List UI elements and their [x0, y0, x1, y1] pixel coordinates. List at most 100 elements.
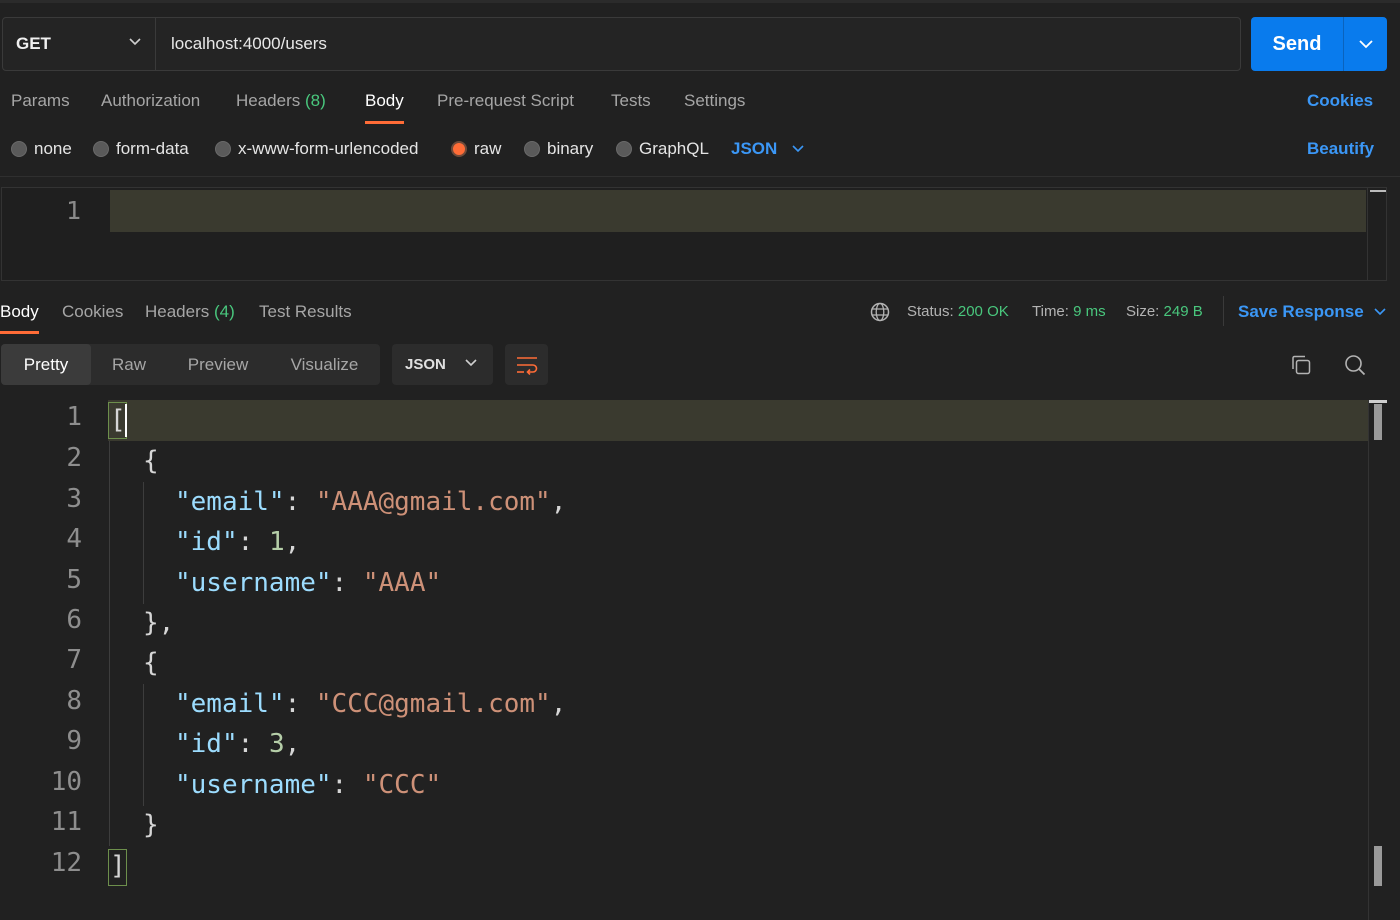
cookies-link[interactable]: Cookies — [1307, 91, 1373, 111]
search-icon — [1345, 355, 1366, 376]
json-brace: } — [143, 810, 159, 840]
scrollbar-thumb[interactable] — [1374, 846, 1382, 886]
json-string: "CCC@gmail.com" — [315, 689, 551, 719]
radio-label: GraphQL — [639, 139, 709, 158]
tab-tests[interactable]: Tests — [611, 91, 651, 111]
response-tab-test-results[interactable]: Test Results — [259, 302, 352, 322]
json-colon: : — [237, 729, 269, 759]
format-label: JSON — [405, 356, 446, 373]
view-visualize-button[interactable]: Visualize — [269, 344, 380, 385]
view-raw-button[interactable]: Raw — [91, 344, 167, 385]
send-button[interactable]: Send — [1251, 17, 1344, 71]
line-number: 1 — [66, 196, 82, 225]
response-body-viewer[interactable]: 1 2 3 4 5 6 7 8 9 10 11 12 [ { "email": … — [0, 400, 1400, 920]
json-colon: : — [237, 527, 269, 557]
search-button[interactable] — [1342, 352, 1368, 378]
json-bracket: ] — [110, 851, 126, 881]
status-label: Status: — [907, 303, 954, 320]
tab-authorization[interactable]: Authorization — [101, 91, 200, 111]
save-response-label: Save Response — [1238, 302, 1364, 321]
indent-guide — [143, 684, 144, 806]
send-dropdown-button[interactable] — [1344, 17, 1387, 71]
request-body-editor[interactable]: 1 — [1, 187, 1387, 281]
response-time: Time: 9 ms — [1032, 303, 1106, 320]
json-string: "CCC" — [362, 770, 442, 800]
line-number: 4 — [66, 524, 82, 554]
json-key: "id" — [175, 527, 238, 557]
wrap-lines-button[interactable] — [505, 344, 548, 385]
line-number: 2 — [66, 443, 82, 473]
active-line-highlight — [108, 400, 1368, 441]
line-number: 10 — [50, 767, 82, 797]
beautify-button[interactable]: Beautify — [1307, 139, 1374, 159]
radio-dot — [11, 141, 27, 157]
tab-pre-request-script[interactable]: Pre-request Script — [437, 91, 574, 111]
size-label: Size: — [1126, 303, 1160, 320]
chevron-down-icon — [1374, 308, 1386, 316]
response-tab-headers[interactable]: Headers (4) — [145, 302, 235, 322]
radio-none[interactable]: none — [11, 139, 72, 159]
url-box: GET localhost:4000/users — [2, 17, 1241, 71]
language-select[interactable]: JSON — [731, 139, 804, 159]
wrap-lines-icon — [516, 356, 537, 375]
line-number: 3 — [66, 484, 82, 514]
scrollbar-thumb[interactable] — [1374, 404, 1382, 440]
code-line: [ — [110, 400, 126, 440]
size-value[interactable]: 249 B — [1164, 303, 1203, 320]
line-number: 1 — [66, 402, 82, 432]
json-key: "username" — [175, 770, 332, 800]
radio-graphql[interactable]: GraphQL — [616, 139, 709, 159]
url-input[interactable]: localhost:4000/users — [156, 18, 1240, 70]
json-comma: , — [284, 527, 301, 557]
editor-scrollbar[interactable] — [1367, 188, 1386, 280]
json-brace: { — [143, 648, 159, 678]
json-brace: }, — [143, 608, 175, 638]
save-response-button[interactable]: Save Response — [1238, 302, 1386, 322]
status-value[interactable]: 200 OK — [958, 303, 1009, 320]
code-line: { — [143, 643, 159, 683]
view-preview-button[interactable]: Preview — [167, 344, 269, 385]
line-number: 5 — [66, 565, 82, 595]
json-comma: , — [550, 689, 567, 719]
divider — [1223, 296, 1224, 326]
radio-raw[interactable]: raw — [451, 139, 501, 159]
chevron-down-icon — [129, 38, 141, 46]
code-line: "id": 3, — [175, 724, 300, 764]
copy-button[interactable] — [1288, 352, 1314, 378]
response-format-select[interactable]: JSON — [392, 344, 493, 385]
json-comma: , — [550, 487, 567, 517]
response-tab-headers-label: Headers — [145, 302, 210, 321]
method-select[interactable]: GET — [3, 18, 156, 70]
json-colon: : — [331, 770, 363, 800]
chevron-down-icon — [1358, 39, 1373, 48]
copy-icon — [1292, 355, 1311, 375]
response-scrollbar-track[interactable] — [1368, 400, 1369, 920]
tab-headers[interactable]: Headers (8) — [236, 91, 326, 111]
tab-body[interactable]: Body — [365, 91, 404, 124]
radio-urlencoded[interactable]: x-www-form-urlencoded — [215, 139, 418, 159]
response-tab-body[interactable]: Body — [0, 302, 39, 334]
view-pretty-button[interactable]: Pretty — [1, 344, 91, 385]
code-line: "username": "CCC" — [175, 765, 441, 805]
code-line: } — [143, 805, 159, 845]
tab-settings[interactable]: Settings — [684, 91, 745, 111]
radio-label: raw — [474, 139, 502, 158]
json-key: "email" — [175, 487, 285, 517]
time-label: Time: — [1032, 303, 1069, 320]
tab-params[interactable]: Params — [11, 91, 70, 111]
response-tab-cookies[interactable]: Cookies — [62, 302, 123, 322]
radio-dot — [93, 141, 109, 157]
body-type-row: none form-data x-www-form-urlencoded raw… — [0, 130, 1400, 174]
method-label: GET — [16, 34, 51, 53]
radio-binary[interactable]: binary — [524, 139, 593, 159]
json-colon: : — [284, 689, 316, 719]
radio-form-data[interactable]: form-data — [93, 139, 189, 159]
code-line: "email": "CCC@gmail.com", — [175, 684, 566, 724]
time-value[interactable]: 9 ms — [1073, 303, 1106, 320]
globe-icon[interactable] — [870, 302, 890, 322]
code-line: "email": "AAA@gmail.com", — [175, 482, 566, 522]
code-line: "id": 1, — [175, 522, 300, 562]
code-line: { — [143, 441, 159, 481]
language-label: JSON — [731, 139, 778, 158]
request-bar: GET localhost:4000/users Send — [0, 0, 1400, 80]
